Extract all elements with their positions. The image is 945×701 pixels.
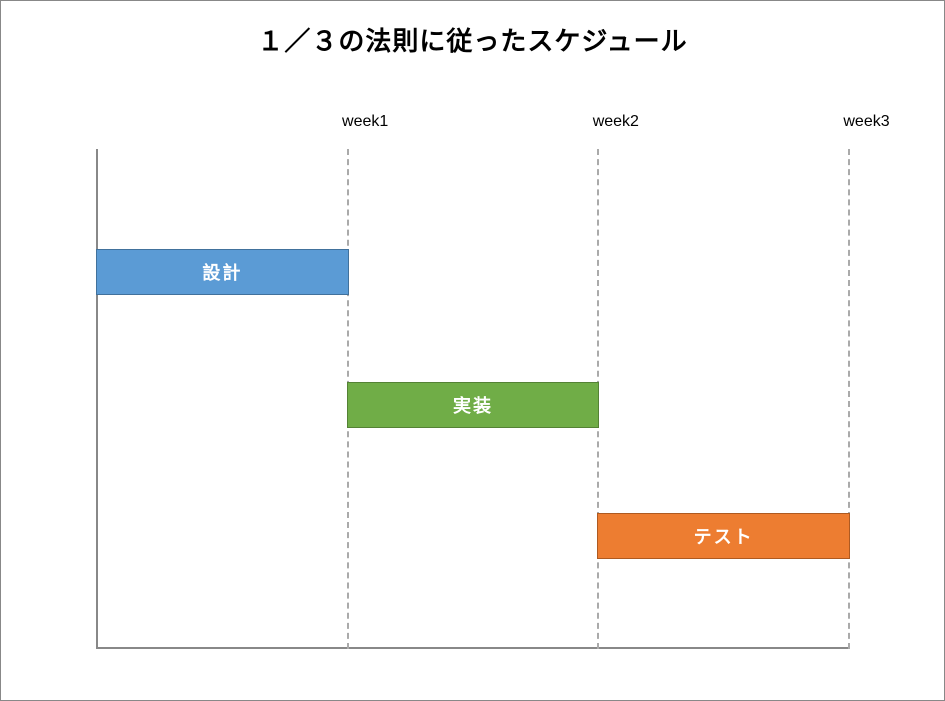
gridline-week3 [848,149,850,649]
tick-label-week3: week3 [843,113,889,131]
plot-area: week1 week2 week3 設計 実装 テスト [96,149,848,649]
tick-label-week2: week2 [593,113,639,131]
bar-label-test: テスト [694,523,754,549]
chart-container: １／３の法則に従ったスケジュール week1 week2 week3 設計 実装… [0,0,945,701]
chart-title: １／３の法則に従ったスケジュール [1,1,944,58]
bar-design: 設計 [96,249,349,295]
bar-test: テスト [597,513,850,559]
bar-label-design: 設計 [202,259,242,285]
tick-label-week1: week1 [342,113,388,131]
bar-label-implement: 実装 [453,392,493,418]
x-axis [96,647,848,649]
bar-implement: 実装 [347,382,600,428]
y-axis [96,149,98,649]
